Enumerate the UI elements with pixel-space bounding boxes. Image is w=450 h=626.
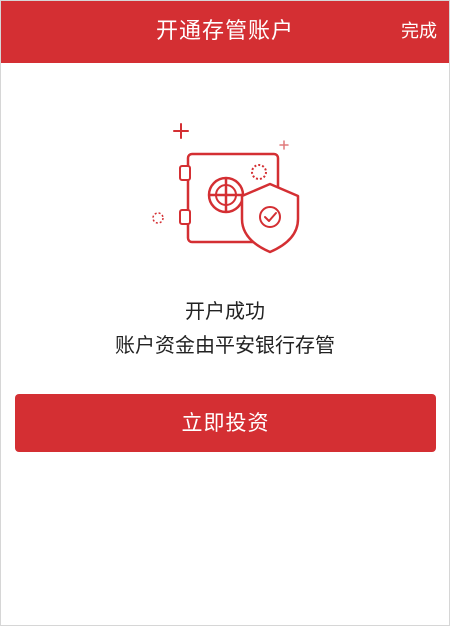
top-nav-bar: 开通存管账户 完成 xyxy=(1,1,449,63)
safe-with-shield-check-icon xyxy=(146,116,316,256)
done-button[interactable]: 完成 xyxy=(401,1,437,63)
page-title: 开通存管账户 xyxy=(155,19,294,44)
success-message: 开户成功 xyxy=(185,299,265,323)
app-screen: 开通存管账户 完成 开户成功 账户资金由平安银行存管 立即投资 xyxy=(0,0,450,626)
custody-note: 账户资金由平安银行存管 xyxy=(115,333,335,357)
invest-now-button[interactable]: 立即投资 xyxy=(15,394,436,452)
